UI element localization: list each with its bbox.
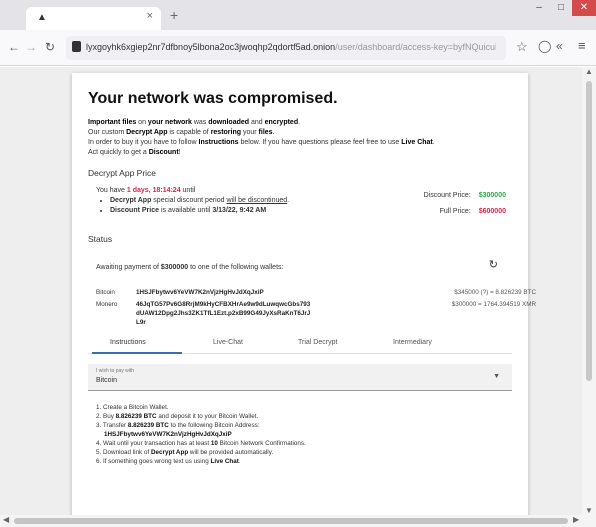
chevron-down-icon: ▼ (493, 373, 500, 380)
horizontal-scrollbar[interactable]: ◀ ▶ (0, 515, 596, 527)
list-item: Decrypt App special discount period will… (110, 196, 356, 206)
scroll-up-icon[interactable]: ▲ (585, 67, 593, 76)
tab-instructions[interactable]: Instructions (110, 339, 146, 346)
monero-address[interactable]: 46JqTG57Pv6G8RrjM9kHyCFBXHrAe9w9dLuwqwcG… (136, 300, 311, 327)
reload-icon[interactable]: ↻ (45, 40, 55, 54)
page-title: Your network was compromised. (88, 90, 338, 107)
page-viewport: Your network was compromised. Important … (0, 67, 582, 515)
onion-lock-icon (72, 41, 81, 52)
bookmark-star-icon[interactable]: ☆ (516, 39, 528, 55)
full-price: $600000 (478, 208, 506, 215)
url-text[interactable]: lyxgoyhk6xgiep2nr7dfbnoy5lbona2oc3jwoqhp… (86, 42, 496, 52)
tab-trial-decrypt[interactable]: Trial Decrypt (298, 339, 337, 346)
wolf-icon: ▲ (37, 12, 47, 23)
navigation-bar: ← → ↻ lyxgoyhk6xgiep2nr7dfbnoy5lbona2oc3… (0, 30, 596, 66)
wallet-row-monero: Monero 46JqTG57Pv6G8RrjM9kHyCFBXHrAe9w9d… (96, 301, 536, 326)
pocket-icon[interactable]: ◯ (538, 39, 551, 53)
scroll-left-icon[interactable]: ◀ (3, 515, 9, 524)
vertical-scroll-thumb[interactable] (586, 81, 592, 381)
intro-text: Important files on your network was down… (88, 119, 435, 156)
discount-price: $300000 (478, 192, 506, 199)
new-tab-button[interactable]: + (170, 7, 178, 23)
window-close-button[interactable]: ✕ (572, 0, 596, 16)
horizontal-scroll-thumb[interactable] (14, 518, 568, 524)
bitcoin-address[interactable]: 1HSJFbytwv6YeVW7K2nVjzHgHvJdXqJxiP (136, 288, 311, 297)
wallet-row-bitcoin: Bitcoin 1HSJFbytwv6YeVW7K2nVjzHgHvJdXqJx… (96, 288, 536, 297)
status-section: Awaiting payment of $300000 to one of th… (88, 252, 536, 334)
scroll-right-icon[interactable]: ▶ (573, 515, 579, 524)
back-arrow-icon[interactable]: ← (8, 40, 20, 54)
tab-bar: Instructions Live-Chat Trial Decrypt Int… (88, 334, 512, 354)
title-bar: ▲ × + – □ ✕ (0, 0, 596, 30)
price-section: You have 1 days, 18:14:24 until Decrypt … (88, 186, 512, 234)
extensions-icon[interactable]: « (556, 39, 563, 53)
forward-arrow-icon[interactable]: → (25, 40, 37, 54)
scroll-down-icon[interactable]: ▼ (585, 506, 593, 515)
payment-method-select[interactable]: I wish to pay with Bitcoin ▼ (88, 364, 512, 391)
status-section-title: Status (88, 234, 113, 244)
maximize-button[interactable]: □ (550, 0, 572, 16)
bitcoin-address-instruction[interactable]: 1HSJFbytwv6YeVW7K2nVjzHgHvJdXqJxiP (104, 431, 232, 438)
countdown-timer: 1 days, 18:14:24 (126, 187, 181, 194)
browser-tab[interactable]: ▲ × (26, 7, 161, 30)
payment-instructions: 1. Create a Bitcoin Wallet. 2. Buy 8.826… (96, 404, 306, 465)
list-item: Discount Price is available until 3/13/2… (110, 206, 356, 216)
tab-intermediary[interactable]: Intermediary (393, 339, 432, 346)
price-section-title: Decrypt App Price (88, 168, 157, 178)
minimize-button[interactable]: – (528, 0, 550, 16)
awaiting-payment-text: Awaiting payment of $300000 to one of th… (96, 264, 284, 271)
tab-live-chat[interactable]: Live-Chat (213, 339, 243, 346)
menu-icon[interactable]: ≡ (578, 38, 586, 53)
address-bar[interactable]: lyxgoyhk6xgiep2nr7dfbnoy5lbona2oc3jwoqhp… (66, 36, 506, 60)
vertical-scrollbar[interactable]: ▲ ▼ (582, 67, 596, 515)
ransom-card: Your network was compromised. Important … (72, 73, 536, 515)
active-tab-indicator (92, 352, 182, 354)
countdown-text: You have 1 days, 18:14:24 until Decrypt … (96, 186, 356, 216)
price-values: Discount Price: $300000 Full Price: $60000… (423, 192, 506, 215)
refresh-icon[interactable]: ↻ (489, 258, 498, 271)
tab-close-button[interactable]: × (147, 10, 153, 22)
